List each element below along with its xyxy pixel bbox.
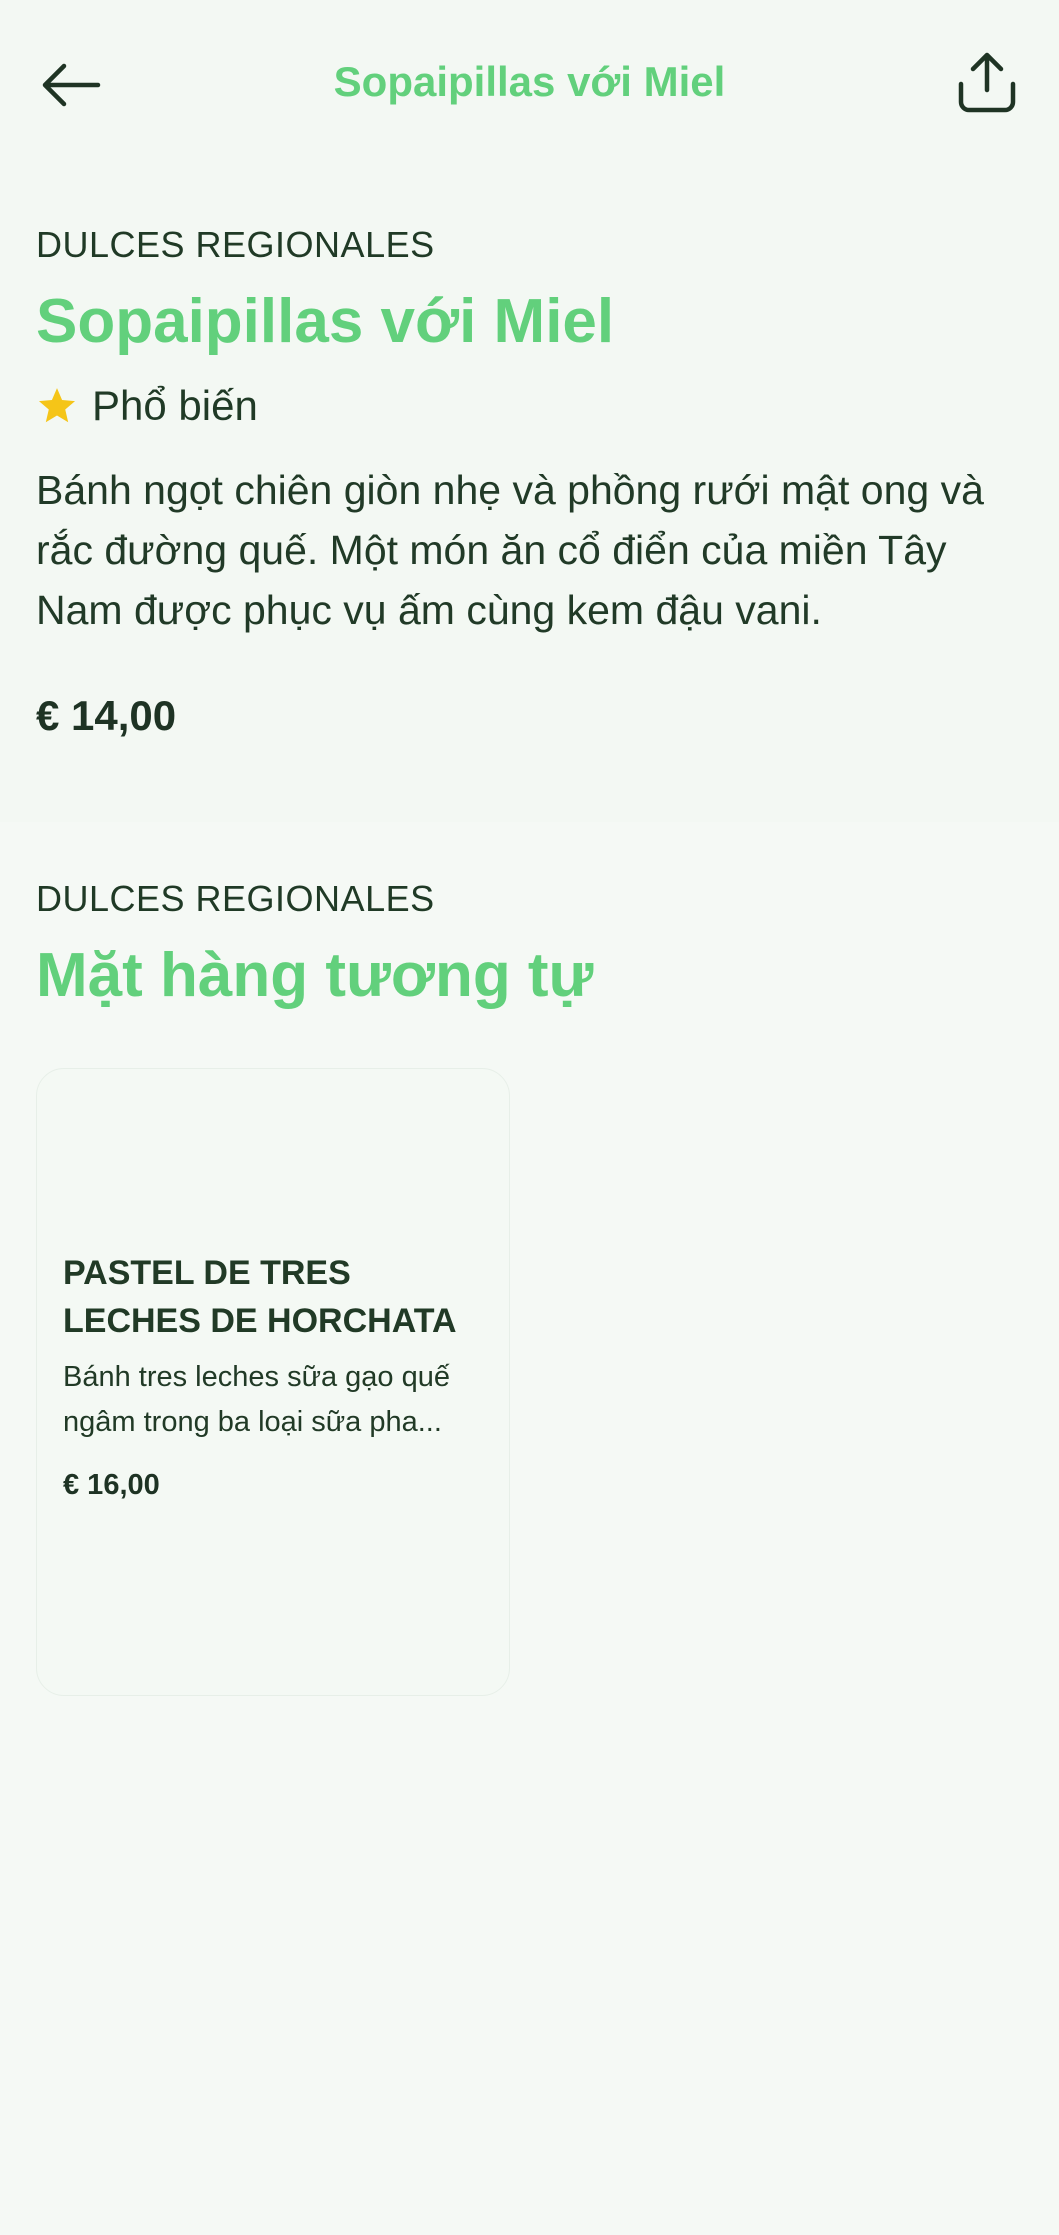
item-category: DULCES REGIONALES <box>36 224 435 265</box>
item-description: Bánh ngọt chiên giòn nhẹ và phồng rưới m… <box>36 467 984 633</box>
similar-item-card[interactable]: PASTEL DE TRES LECHES DE HORCHATA Bánh t… <box>36 1068 510 1696</box>
similar-item-price: € 16,00 <box>63 1469 160 1501</box>
similar-item-name: PASTEL DE TRES LECHES DE HORCHATA <box>63 1254 457 1340</box>
arrow-left-icon <box>42 63 101 107</box>
popular-label: Phổ biến <box>92 382 258 429</box>
similar-item-description: Bánh tres leches sữa gạo quế ngâm trong … <box>63 1361 450 1438</box>
item-name: Sopaipillas với Miel <box>36 287 615 356</box>
top-bar: Sopaipillas với Miel <box>0 0 1059 168</box>
share-upload-icon <box>958 52 1016 113</box>
share-button[interactable] <box>951 46 1023 118</box>
page-title: Sopaipillas với Miel <box>333 58 726 105</box>
similar-items-section: DULCES REGIONALES Mặt hàng tương tự PAST… <box>0 822 1059 2235</box>
item-detail-section: DULCES REGIONALES Sopaipillas với Miel P… <box>0 168 1059 822</box>
similar-category: DULCES REGIONALES <box>36 878 435 919</box>
star-icon <box>38 388 76 423</box>
popular-badge: Phổ biến <box>36 382 258 430</box>
similar-heading: Mặt hàng tương tự <box>36 941 594 1010</box>
back-button[interactable] <box>36 50 106 120</box>
item-price: € 14,00 <box>36 692 177 739</box>
